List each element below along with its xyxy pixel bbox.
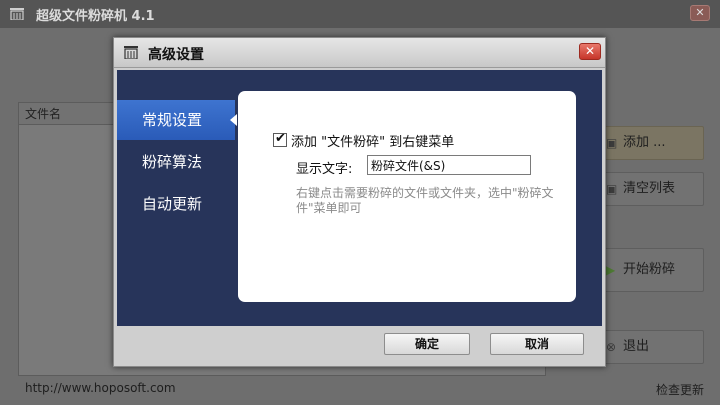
nav-item-general[interactable]: 常规设置 [117,100,237,140]
dialog-shredder-icon [124,46,138,59]
play-icon: ▶ [606,263,616,277]
clear-list-label: 清空列表 [623,181,676,196]
clear-icon: ▣ [606,182,618,196]
context-menu-checkbox[interactable]: ✔ [273,131,287,147]
add-icon: ▣ [606,136,618,150]
checkmark-icon: ✔ [275,131,286,146]
dialog-body: 常规设置 粉碎算法 自动更新 ✔ 添加 "文件粉碎" 到右键菜单 显示文字: 右… [117,70,602,326]
general-settings-panel: ✔ 添加 "文件粉碎" 到右键菜单 显示文字: 右键点击需要粉碎的文件或文件夹，… [238,91,576,302]
display-text-input[interactable] [367,155,531,175]
website-link[interactable]: http://www.hoposoft.com [25,381,176,395]
dialog-footer: 确定 取消 [114,327,605,367]
quit-label: 退出 [623,339,650,354]
nav-item-auto-update[interactable]: 自动更新 [117,184,235,224]
quit-button[interactable]: ⊗ 退出 [600,330,704,364]
dialog-titlebar[interactable]: 高级设置 ✕ [114,38,605,68]
start-shred-button[interactable]: ▶ 开始粉碎 [600,248,704,292]
dialog-title: 高级设置 [148,47,204,63]
app-title: 超级文件粉碎机 4.1 [36,9,155,24]
context-menu-label[interactable]: 添加 "文件粉碎" 到右键菜单 [291,131,454,150]
nav-item-shred-algorithm[interactable]: 粉碎算法 [117,142,235,182]
display-text-label: 显示文字: [296,162,353,177]
app-shredder-icon [10,8,24,20]
clear-list-button[interactable]: ▣ 清空列表 [600,172,704,206]
quit-icon: ⊗ [606,340,617,354]
nav-item-label: 粉碎算法 [142,153,203,171]
nav-item-label: 常规设置 [142,111,203,129]
settings-nav: 常规设置 粉碎算法 自动更新 [117,100,237,226]
add-files-label: 添加 ... [623,135,666,150]
app-close-button[interactable]: ✕ [690,5,710,21]
nav-item-label: 自动更新 [142,195,203,213]
close-icon: ✕ [695,6,705,19]
start-shred-label: 开始粉碎 [623,262,676,277]
dialog-close-button[interactable]: ✕ [579,43,601,60]
add-files-button[interactable]: ▣ 添加 ... [600,126,704,160]
active-pointer-icon [230,114,237,126]
check-update-link[interactable]: 检查更新 [656,381,704,398]
close-icon: ✕ [584,44,596,58]
app-titlebar: 超级文件粉碎机 4.1 ✕ [0,0,720,28]
advanced-settings-dialog: 高级设置 ✕ 常规设置 粉碎算法 自动更新 ✔ 添加 "文件粉碎" 到右键菜单 [113,37,606,367]
ok-button[interactable]: 确定 [384,333,470,355]
cancel-button[interactable]: 取消 [490,333,584,355]
usage-hint: 右键点击需要粉碎的文件或文件夹，选中"粉碎文件"菜单即可 [296,186,554,215]
